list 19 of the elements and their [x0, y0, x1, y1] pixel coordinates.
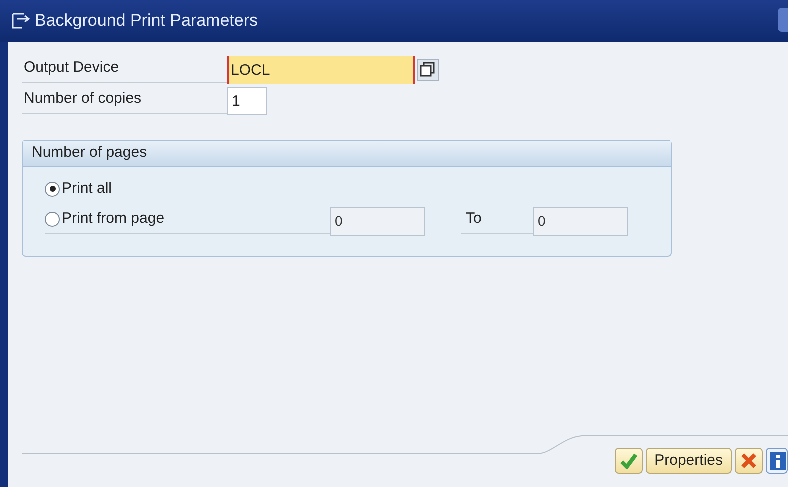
value-help-icon[interactable] [417, 59, 439, 81]
info-button[interactable] [766, 448, 788, 474]
confirm-button[interactable] [614, 448, 643, 474]
cancel-button[interactable] [735, 448, 763, 474]
close-icon [741, 453, 757, 469]
checkmark-icon [620, 453, 638, 469]
radio-label: Print all [62, 179, 112, 199]
to-page-field[interactable]: 0 [533, 206, 628, 236]
radio-button[interactable] [45, 182, 60, 197]
copies-field[interactable]: 1 [227, 87, 267, 115]
radio-label: Print from page [62, 208, 165, 229]
from-page-field[interactable]: 0 [330, 206, 425, 236]
window-title: Background Print Parameters [35, 10, 258, 32]
radio-button[interactable] [45, 212, 60, 226]
window-icon [12, 13, 30, 29]
properties-button[interactable]: Properties [646, 448, 732, 474]
group-title: Number of pages [23, 141, 671, 167]
output-device-field[interactable]: LOCL [227, 56, 415, 84]
info-icon [770, 452, 786, 470]
